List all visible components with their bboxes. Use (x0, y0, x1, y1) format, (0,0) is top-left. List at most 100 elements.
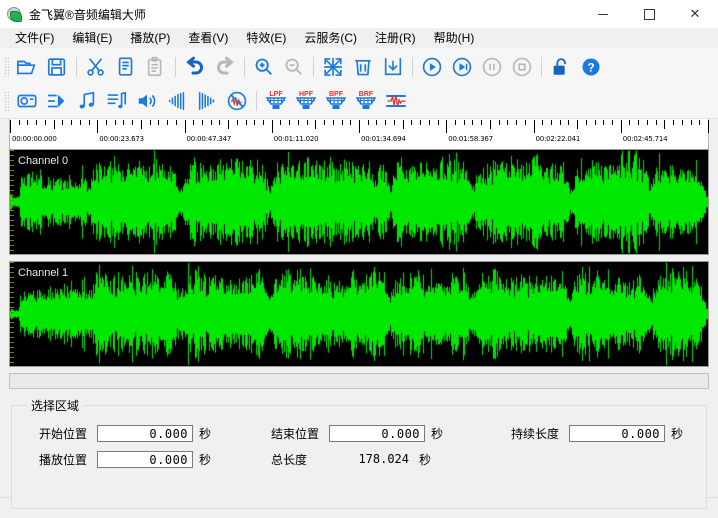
horizontal-scrollbar[interactable] (9, 373, 709, 389)
ruler-tick (132, 120, 134, 125)
menu-play[interactable]: 播放(P) (121, 28, 179, 48)
music-note-icon[interactable] (72, 86, 102, 116)
toolbar-grip[interactable] (4, 91, 9, 111)
ruler-tick (263, 120, 265, 125)
zoom-in-icon[interactable] (249, 52, 279, 82)
copy-icon[interactable] (111, 52, 141, 82)
selection-region-group: 选择区域 开始位置 0.000 秒 结束位置 0.000 秒 持续长度 0.00… (11, 397, 707, 509)
start-position-input[interactable]: 0.000 (97, 425, 194, 442)
ruler-label: 00:00:23.673 (99, 135, 144, 143)
ruler-tick (367, 120, 369, 125)
save-icon[interactable] (42, 52, 72, 82)
ruler-label: 00:01:11.020 (273, 135, 319, 143)
ruler-tick (359, 120, 360, 133)
menu-register[interactable]: 注册(R) (366, 28, 425, 48)
svg-text:BPF: BPF (329, 91, 344, 98)
noise-reduction-icon[interactable] (222, 86, 252, 116)
timeline-ruler[interactable]: 00:00:00.000 00:00:23.673 00:00:47.347 00:0… (0, 119, 718, 150)
play-position-label: 播放位置 (39, 453, 88, 467)
menu-cloud[interactable]: 云服务(C) (295, 28, 366, 48)
end-position-input[interactable]: 0.000 (329, 425, 426, 442)
toolbar-grip[interactable] (4, 57, 9, 77)
undo-arrow-icon[interactable] (180, 52, 210, 82)
delete-trash-icon[interactable] (348, 52, 378, 82)
svg-text:HPF: HPF (299, 91, 314, 98)
ruler-label: 00:00:47.347 (186, 135, 232, 143)
ruler-tick (646, 120, 648, 125)
ruler-tick (516, 120, 518, 125)
ruler-tick (454, 120, 456, 125)
toolbar-row-2: LPF HPF BPF BRF (0, 84, 718, 118)
ruler-tick (437, 120, 439, 125)
close-button[interactable]: ✕ (672, 0, 718, 28)
bpf-filter-icon[interactable]: BPF (321, 86, 351, 116)
volume-icon[interactable] (132, 86, 162, 116)
selection-row-1: 开始位置 0.000 秒 结束位置 0.000 秒 持续长度 0.000 秒 (21, 425, 697, 442)
ruler-body[interactable]: 00:00:00.000 00:00:23.673 00:00:47.347 00:0… (9, 119, 709, 150)
select-all-icon[interactable] (318, 52, 348, 82)
unlock-icon[interactable] (546, 52, 576, 82)
open-folder-icon[interactable] (12, 52, 42, 82)
ruler-tick (88, 120, 90, 125)
total-length-label: 总长度 (271, 453, 308, 467)
pause-icon[interactable] (477, 52, 507, 82)
waveform-channel-0[interactable]: Channel 0 (9, 149, 709, 255)
ruler-tick (690, 120, 692, 125)
waveform-channel-1[interactable]: Channel 1 (9, 261, 709, 367)
menu-edit[interactable]: 编辑(E) (63, 28, 121, 48)
ruler-tick (420, 120, 422, 125)
mix-icon[interactable] (42, 86, 72, 116)
redo-arrow-icon[interactable] (210, 52, 240, 82)
trim-download-icon[interactable] (378, 52, 408, 82)
fade-out-icon[interactable] (192, 86, 222, 116)
ruler-tick (44, 120, 46, 125)
play-icon[interactable] (417, 52, 447, 82)
ruler-tick (71, 120, 73, 125)
ruler-tick (36, 120, 38, 125)
end-position-label: 结束位置 (271, 427, 320, 441)
ruler-tick (612, 120, 614, 125)
ruler-tick (175, 120, 177, 125)
channel-0-label: Channel 0 (18, 155, 69, 167)
record-icon[interactable] (12, 86, 42, 116)
hpf-filter-icon[interactable]: HPF (291, 86, 321, 116)
ruler-tick (620, 120, 622, 133)
stop-icon[interactable] (507, 52, 537, 82)
ruler-tick (79, 120, 81, 125)
lpf-filter-icon[interactable]: LPF (261, 86, 291, 116)
maximize-button[interactable] (626, 0, 672, 28)
zoom-out-icon[interactable] (279, 52, 309, 82)
help-question-icon[interactable]: ? (576, 52, 606, 82)
cut-scissors-icon[interactable] (81, 52, 111, 82)
toolbars: ? LPF HPF BPF BRF (0, 48, 718, 119)
ruler-tick (533, 120, 535, 133)
paste-icon[interactable] (141, 52, 171, 82)
toolbar-separator (313, 57, 314, 77)
menu-help[interactable]: 帮助(H) (425, 28, 484, 48)
ruler-tick (655, 120, 657, 125)
ruler-tick (271, 120, 273, 133)
total-length-value: 178.024 (358, 452, 410, 466)
menu-file[interactable]: 文件(F) (6, 28, 63, 48)
ruler-tick (411, 120, 413, 125)
toolbar-separator (412, 57, 413, 77)
ruler-tick (114, 120, 116, 125)
ruler-tick (254, 120, 256, 125)
ruler-tick (489, 120, 491, 129)
normalize-icon[interactable] (381, 86, 411, 116)
ruler-tick (297, 120, 299, 125)
menu-view[interactable]: 查看(V) (179, 28, 237, 48)
ruler-tick (472, 120, 474, 125)
fade-in-icon[interactable] (162, 86, 192, 116)
duration-length-input[interactable]: 0.000 (569, 425, 666, 442)
ruler-tick (324, 120, 326, 125)
play-position-input[interactable]: 0.000 (97, 451, 194, 468)
brf-filter-icon[interactable]: BRF (351, 86, 381, 116)
ruler-tick (498, 120, 500, 125)
music-list-icon[interactable] (102, 86, 132, 116)
minimize-button[interactable] (580, 0, 626, 28)
waveform-area: Channel 0 Channel 1 (0, 149, 718, 367)
play-selection-icon[interactable] (447, 52, 477, 82)
amplitude-scale (10, 262, 14, 366)
menu-effects[interactable]: 特效(E) (237, 28, 295, 48)
